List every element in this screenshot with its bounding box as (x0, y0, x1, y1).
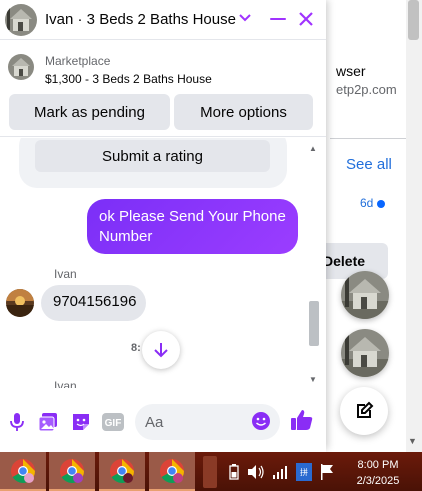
volume-icon[interactable] (247, 464, 265, 485)
house-photo-icon (8, 54, 34, 80)
house-photo-icon (341, 271, 389, 319)
chat-head-avatar[interactable] (341, 271, 389, 319)
house-photo-icon (341, 329, 389, 377)
taskbar-app-chrome[interactable] (0, 452, 46, 491)
gif-icon[interactable]: GIF (101, 411, 125, 433)
chat-title[interactable]: Ivan · 3 Beds 2 Baths House (45, 11, 236, 28)
like-button[interactable] (290, 408, 314, 437)
scroll-to-bottom-button[interactable] (142, 331, 180, 369)
input-language-icon[interactable]: 拼 (296, 463, 312, 486)
message-scrollbar-thumb[interactable] (309, 301, 319, 346)
thumbs-up-icon (291, 410, 313, 430)
background-link-text[interactable]: etp2p.com (336, 82, 397, 97)
chat-window: Ivan · 3 Beds 2 Baths House Marketplace … (0, 0, 326, 452)
avatar[interactable] (6, 289, 34, 317)
network-icon[interactable] (272, 465, 290, 484)
listing-thumbnail[interactable] (8, 54, 34, 80)
chevron-down-icon[interactable] (238, 10, 252, 29)
see-all-link[interactable]: See all (346, 156, 392, 173)
chrome-icon (160, 458, 184, 483)
profile-photo-icon (6, 289, 34, 317)
scroll-up-arrow-icon[interactable]: ▲ (309, 144, 317, 153)
chrome-icon (11, 458, 35, 483)
timestamp: 8: (131, 342, 141, 354)
chat-head-avatar[interactable] (341, 329, 389, 377)
timestamp: 6d (360, 196, 386, 210)
chat-header[interactable]: Ivan · 3 Beds 2 Baths House (0, 0, 326, 40)
scroll-down-arrow-icon[interactable]: ▼ (309, 375, 317, 384)
mark-as-pending-button[interactable]: Mark as pending (9, 94, 170, 130)
taskbar-app-chrome[interactable] (49, 452, 95, 491)
minimize-button[interactable] (270, 18, 286, 20)
background-text: wser (336, 63, 366, 79)
avatar[interactable] (5, 4, 37, 36)
chrome-icon (60, 458, 84, 483)
rating-card: Submit a rating (19, 138, 287, 188)
message-list[interactable]: Submit a rating ok Please Send Your Phon… (0, 138, 326, 388)
marketplace-listing-bar: Marketplace $1,300 - 3 Beds 2 Baths Hous… (0, 40, 326, 137)
close-icon[interactable] (298, 11, 314, 32)
listing-title[interactable]: $1,300 - 3 Beds 2 Baths House (45, 72, 212, 86)
clock-time: 8:00 PM (357, 459, 399, 471)
house-photo-icon (5, 4, 37, 36)
page-scrollbar[interactable] (406, 0, 422, 452)
submit-rating-button[interactable]: Submit a rating (35, 140, 270, 172)
compose-icon (357, 401, 374, 418)
svg-text:拼: 拼 (300, 467, 308, 477)
chrome-icon (110, 458, 134, 483)
message-bubble-outgoing[interactable]: ok Please Send Your Phone Number (87, 199, 298, 254)
system-clock[interactable]: 8:00 PM 2/3/2025 (356, 457, 400, 489)
sticker-icon[interactable] (70, 411, 92, 433)
scroll-down-arrow-icon[interactable]: ▼ (408, 436, 417, 446)
arrow-down-icon (154, 343, 168, 358)
age-label: 6d (360, 196, 374, 210)
photo-icon[interactable] (37, 411, 59, 433)
taskbar-app-chrome[interactable] (149, 452, 195, 491)
action-center-flag-icon[interactable] (320, 464, 334, 485)
message-scrollbar[interactable] (306, 138, 322, 388)
microphone-icon[interactable] (6, 411, 28, 433)
more-options-button[interactable]: More options (174, 94, 313, 130)
taskbar-overflow-button[interactable] (203, 456, 217, 488)
battery-icon[interactable] (229, 464, 239, 485)
taskbar: 拼 8:00 PM 2/3/2025 (0, 452, 422, 491)
unread-dot (377, 199, 386, 208)
message-composer: GIF (0, 389, 326, 452)
svg-text:GIF: GIF (105, 418, 122, 429)
sender-name: Ivan (54, 379, 77, 388)
emoji-icon[interactable] (251, 411, 271, 436)
taskbar-app-chrome[interactable] (99, 452, 145, 491)
clock-date: 2/3/2025 (356, 475, 400, 487)
message-bubble-incoming[interactable]: 9704156196 (41, 285, 146, 321)
sender-name: Ivan (54, 267, 77, 281)
divider (330, 138, 406, 139)
new-message-button[interactable] (340, 387, 388, 435)
page-scrollbar-thumb[interactable] (408, 0, 419, 40)
marketplace-label: Marketplace (45, 54, 111, 68)
